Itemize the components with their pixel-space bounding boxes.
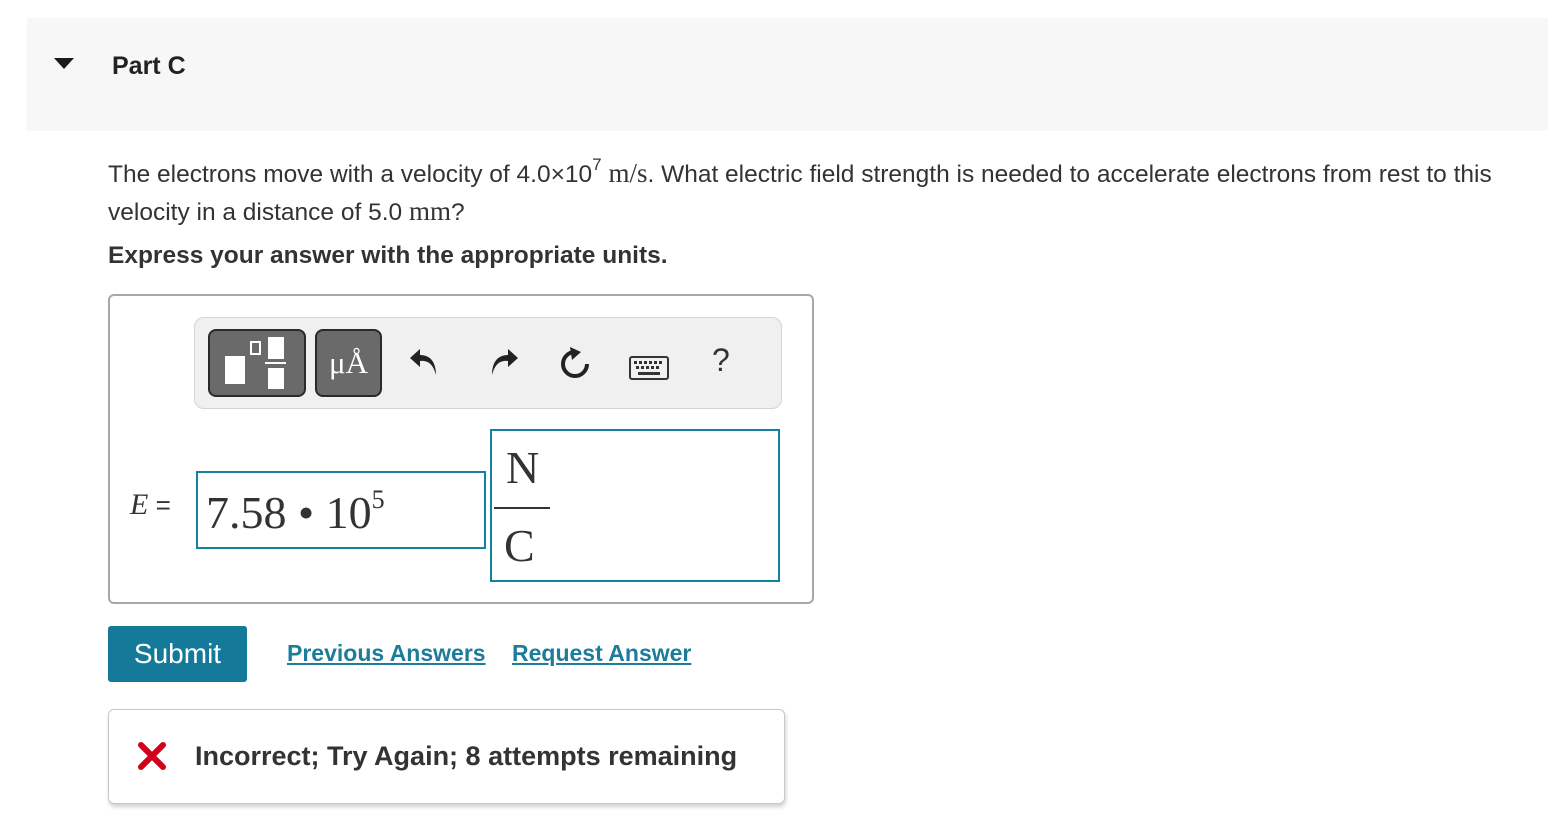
unit-numerator: N: [506, 442, 540, 493]
reset-icon[interactable]: [557, 346, 593, 382]
redo-icon[interactable]: [486, 345, 520, 379]
value-input[interactable]: 7.58 • 105: [196, 471, 486, 549]
part-title: Part C: [112, 52, 186, 80]
x-icon: [138, 742, 166, 770]
question-text: The electrons move with a velocity of 4.…: [108, 155, 1492, 226]
feedback-message: Incorrect; Try Again; 8 attempts remaini…: [195, 741, 738, 771]
instruction: Express your answer with the appropriate…: [108, 242, 668, 269]
previous-answers-link[interactable]: Previous Answers: [287, 640, 486, 667]
value-text: 7.58 • 105: [206, 485, 385, 538]
keyboard-icon[interactable]: [629, 356, 669, 380]
help-button[interactable]: ?: [712, 342, 730, 379]
templates-icon: [250, 341, 261, 355]
units-input[interactable]: N C: [490, 429, 780, 582]
undo-icon[interactable]: [408, 345, 442, 379]
part-header: [27, 18, 1548, 131]
request-answer-link[interactable]: Request Answer: [512, 640, 691, 667]
submit-button[interactable]: Submit: [108, 626, 247, 682]
distance-unit: mm: [408, 196, 451, 226]
collapse-caret-icon[interactable]: [54, 58, 74, 69]
templates-button[interactable]: [208, 329, 306, 397]
units-button[interactable]: μÅ: [315, 329, 382, 397]
fraction-bar: [494, 507, 550, 509]
unit-denominator: C: [504, 520, 535, 571]
velocity-unit: m/s: [608, 158, 648, 188]
times-symbol: ×: [550, 161, 565, 188]
answer-variable-label: E =: [130, 488, 171, 521]
units-icon: μÅ: [328, 345, 368, 380]
